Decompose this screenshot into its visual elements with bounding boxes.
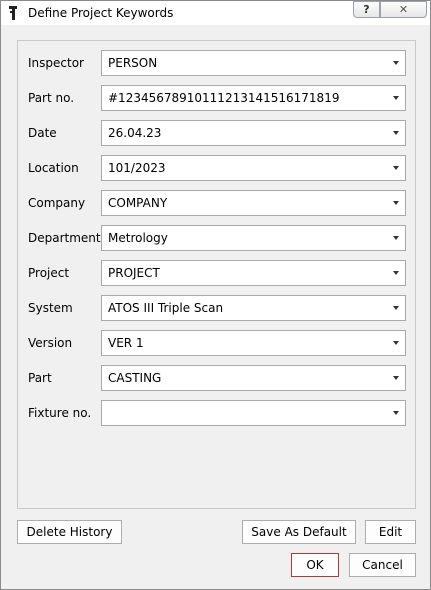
version-value: VER 1 — [108, 336, 144, 350]
date-value: 26.04.23 — [108, 126, 162, 140]
label-department: Department — [28, 231, 101, 245]
label-date: Date — [28, 126, 57, 140]
part-value: CASTING — [108, 371, 162, 385]
label-location: Location — [28, 161, 79, 175]
chevron-down-icon[interactable] — [393, 411, 399, 415]
label-part-no: Part no. — [28, 91, 75, 105]
dialog-window: Define Project Keywords ? ✕ Inspector PE… — [0, 0, 431, 590]
chevron-down-icon[interactable] — [393, 96, 399, 100]
chevron-down-icon[interactable] — [393, 306, 399, 310]
chevron-down-icon[interactable] — [393, 201, 399, 205]
help-button[interactable]: ? — [353, 1, 380, 18]
company-value: COMPANY — [108, 196, 168, 210]
label-project: Project — [28, 266, 70, 280]
system-value: ATOS III Triple Scan — [108, 301, 224, 315]
window-title: Define Project Keywords — [28, 6, 174, 20]
label-inspector: Inspector — [28, 56, 84, 70]
inspector-combo[interactable]: PERSON — [101, 50, 406, 76]
part-combo[interactable]: CASTING — [101, 365, 406, 391]
project-combo[interactable]: PROJECT — [101, 260, 406, 286]
version-combo[interactable]: VER 1 — [101, 330, 406, 356]
company-combo[interactable]: COMPANY — [101, 190, 406, 216]
location-combo[interactable]: 101/2023 — [101, 155, 406, 181]
close-button[interactable]: ✕ — [380, 1, 427, 18]
fixture-no-combo[interactable] — [101, 400, 406, 426]
label-fixture-no: Fixture no. — [28, 406, 92, 420]
part-no-combo[interactable]: #12345678910111213141516171819 — [101, 85, 406, 111]
ok-button[interactable]: OK — [291, 553, 339, 577]
label-system: System — [28, 301, 73, 315]
title-bar: Define Project Keywords ? ✕ — [1, 1, 430, 25]
chevron-down-icon[interactable] — [393, 376, 399, 380]
location-value: 101/2023 — [108, 161, 166, 175]
label-version: Version — [28, 336, 73, 350]
part-no-value: #12345678910111213141516171819 — [108, 91, 340, 105]
chevron-down-icon[interactable] — [393, 341, 399, 345]
cancel-button[interactable]: Cancel — [349, 553, 416, 577]
save-as-default-button[interactable]: Save As Default — [242, 520, 356, 544]
chevron-down-icon[interactable] — [393, 131, 399, 135]
chevron-down-icon[interactable] — [393, 271, 399, 275]
label-company: Company — [28, 196, 86, 210]
project-value: PROJECT — [108, 266, 160, 280]
pin-icon — [9, 6, 17, 20]
chevron-down-icon[interactable] — [393, 236, 399, 240]
chevron-down-icon[interactable] — [393, 166, 399, 170]
delete-history-button[interactable]: Delete History — [17, 520, 122, 544]
system-combo[interactable]: ATOS III Triple Scan — [101, 295, 406, 321]
label-part: Part — [28, 371, 52, 385]
edit-button[interactable]: Edit — [365, 520, 416, 544]
inspector-value: PERSON — [108, 56, 158, 70]
date-combo[interactable]: 26.04.23 — [101, 120, 406, 146]
department-combo[interactable]: Metrology — [101, 225, 406, 251]
chevron-down-icon[interactable] — [393, 61, 399, 65]
department-value: Metrology — [108, 231, 168, 245]
